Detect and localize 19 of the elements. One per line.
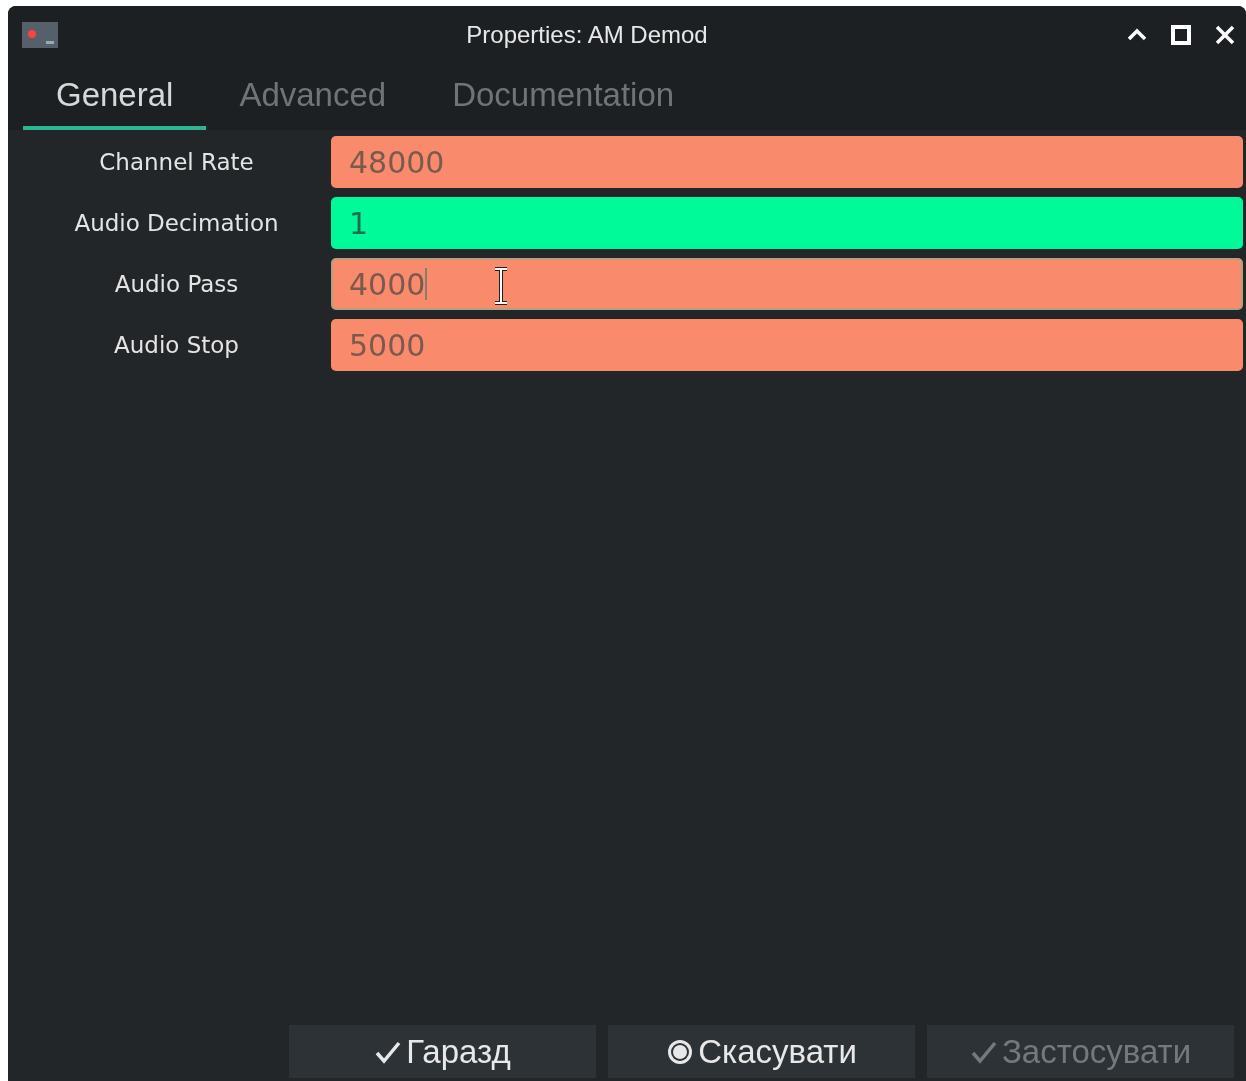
field-label: Audio Pass: [113, 271, 240, 297]
close-icon[interactable]: [1214, 24, 1236, 46]
text-cursor-icon: [493, 266, 509, 306]
field-label: Audio Stop: [113, 332, 240, 358]
field-label: Audio Decimation: [73, 210, 280, 236]
stop-icon: [666, 1037, 695, 1066]
window-title: Properties: AM Demod: [465, 21, 709, 49]
maximize-icon[interactable]: [1170, 24, 1192, 46]
tab[interactable]: Documentation: [419, 64, 708, 130]
tab[interactable]: Advanced: [206, 64, 420, 130]
tab[interactable]: General: [23, 64, 207, 130]
dialog-button[interactable]: Гаразд: [289, 1025, 596, 1078]
input-field[interactable]: 5000: [331, 319, 1243, 371]
input-field[interactable]: 4000: [331, 258, 1243, 310]
field-label: Channel Rate: [98, 149, 255, 175]
input-field[interactable]: 48000: [331, 136, 1243, 188]
app-icon: [22, 22, 58, 48]
input-field[interactable]: 1: [331, 197, 1243, 249]
dialog-button[interactable]: Скасувати: [608, 1025, 915, 1078]
